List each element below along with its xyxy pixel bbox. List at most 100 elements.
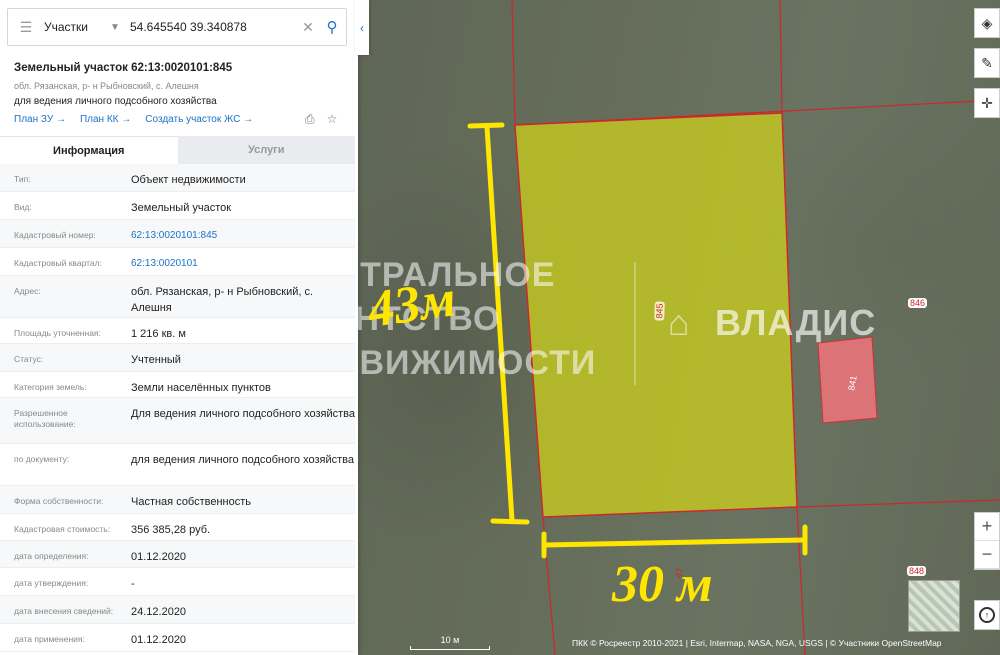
zoom-control: + − — [974, 512, 1000, 570]
info-row: дата определения: 01.12.2020 — [0, 541, 355, 568]
zoom-out-button[interactable]: − — [975, 541, 999, 569]
info-value: - — [131, 578, 135, 590]
info-key: Статус: — [14, 354, 44, 364]
info-key: по документу: — [14, 454, 70, 464]
info-key: Кадастровый номер: — [14, 230, 96, 240]
info-row: Статус: Учтенный — [0, 344, 355, 372]
parcel-label-right: 846 — [908, 298, 928, 308]
boundary-line — [779, 0, 783, 114]
info-value: Земли населённых пунктов — [131, 382, 271, 394]
plan-kk-link[interactable]: План КК → — [80, 114, 131, 125]
info-value: 01.12.2020 — [131, 634, 187, 646]
info-key: Площадь уточненная: — [14, 328, 101, 338]
star-icon[interactable]: ☆ — [327, 112, 338, 127]
panel-tabs: Информация Услуги — [0, 136, 355, 164]
info-row: Площадь уточненная: 1 216 кв. м — [0, 318, 355, 344]
chevron-left-icon: ‹ — [360, 20, 364, 35]
info-panel: ☰ Участки ▼ ✕ ⚲ Земельный участок 62:13:… — [0, 0, 358, 655]
object-actions: ⎙ ☆ — [305, 112, 337, 127]
info-key: дата внесения сведений: — [14, 606, 114, 616]
watermark-brand: ВЛАДИС — [715, 302, 877, 343]
boundary-line — [796, 499, 1000, 508]
info-row: Кадастровый квартал: 62:13:0020101 — [0, 248, 355, 276]
info-value: Земельный участок — [131, 202, 232, 214]
info-key: Форма собственности: — [14, 496, 104, 506]
boundary-line — [511, 0, 516, 126]
zoom-in-button[interactable]: + — [975, 513, 999, 541]
dimension-tick — [467, 122, 505, 129]
cadastral-quarter-link[interactable]: 62:13:0020101 — [117, 248, 355, 275]
plan-zu-link[interactable]: План ЗУ → — [14, 114, 66, 125]
search-input[interactable] — [126, 20, 298, 34]
object-use: для ведения личного подсобного хозяйства — [14, 96, 217, 107]
info-key: дата применения: — [14, 634, 85, 644]
crosshair-icon: ✛ — [981, 94, 993, 111]
info-value: обл. Рязанская, р- н Рыбновский, с. Алеш… — [131, 286, 314, 314]
info-key: Кадастровый квартал: — [14, 258, 102, 268]
info-key: Вид: — [14, 202, 32, 212]
chevron-down-icon[interactable]: ▼ — [110, 22, 126, 33]
info-value: 24.12.2020 — [131, 606, 187, 618]
scale-label: 10 м — [440, 635, 460, 645]
parcel-label-bottom: 848 — [907, 566, 927, 576]
print-icon[interactable]: ⎙ — [305, 112, 315, 127]
info-value: Объект недвижимости — [131, 174, 246, 186]
watermark-logo-icon: ⌂ — [668, 302, 691, 343]
layers-button[interactable]: ◈ — [974, 8, 1000, 38]
layers-icon: ◈ — [981, 14, 993, 31]
minimap[interactable] — [908, 580, 960, 632]
object-title: Земельный участок 62:13:0020101:845 — [14, 62, 233, 74]
cadastral-number-link[interactable]: 62:13:0020101:845 — [117, 220, 355, 247]
object-address: обл. Рязанская, р- н Рыбновский, с. Алеш… — [14, 81, 199, 91]
info-value: Частная собственность — [131, 496, 252, 508]
map-attribution: ПКК © Росреестр 2010-2021 | Esri, Interm… — [572, 638, 942, 648]
info-row: дата утверждения: - — [0, 568, 355, 596]
clear-icon[interactable]: ✕ — [298, 19, 318, 36]
info-row: Адрес: обл. Рязанская, р- н Рыбновский, с… — [0, 276, 355, 318]
locate-button[interactable]: ✛ — [974, 88, 1000, 118]
info-key: дата определения: — [14, 551, 89, 561]
info-value: для ведения личного подсобного хозяйства — [131, 454, 354, 466]
search-icon[interactable]: ⚲ — [318, 18, 346, 36]
info-table: Тип: Объект недвижимости Вид: Земельный уч… — [0, 164, 355, 652]
scale-bar-line — [410, 646, 490, 650]
create-parcel-link[interactable]: Создать участок ЖС → — [145, 114, 253, 125]
info-row: дата внесения сведений: 24.12.2020 — [0, 596, 355, 624]
north-button[interactable]: ↑ — [974, 600, 1000, 630]
info-value: 1 216 кв. м — [131, 328, 186, 340]
info-row: Разрешенное использование: Для ведения ли… — [0, 398, 355, 444]
ruler-icon: ✎ — [981, 54, 993, 71]
info-row: Категория земель: Земли населённых пункто… — [0, 372, 355, 398]
dimension-label-height: 43м — [364, 270, 460, 339]
scale-bar: 10 м — [410, 635, 490, 650]
info-row: Кадастровая стоимость: 356 385,28 руб. — [0, 514, 355, 541]
ruler-button[interactable]: ✎ — [974, 48, 1000, 78]
info-key: Разрешенное использование: — [14, 408, 76, 430]
info-row: по документу: для ведения личного подсобн… — [0, 444, 355, 486]
parcel-label-main: 845 — [654, 301, 665, 321]
collapse-panel-button[interactable]: ‹ — [355, 0, 369, 55]
info-value: 356 385,28 руб. — [131, 524, 211, 536]
dimension-label-width: 30 м — [612, 556, 713, 613]
info-row: Форма собственности: Частная собственност… — [0, 486, 355, 514]
info-row: дата применения: 01.12.2020 — [0, 624, 355, 652]
dimension-tick — [490, 518, 530, 525]
info-value: Для ведения личного подсобного хозяйства — [131, 408, 355, 420]
info-key: Кадастровая стоимость: — [14, 524, 111, 534]
search-type-select[interactable]: Участки — [44, 20, 110, 34]
info-row: Кадастровый номер: 62:13:0020101:845 — [0, 220, 355, 248]
info-row: Тип: Объект недвижимости — [0, 164, 355, 192]
tab-info[interactable]: Информация — [0, 136, 178, 164]
info-value: 01.12.2020 — [131, 551, 187, 563]
compass-icon: ↑ — [979, 607, 995, 623]
search-bar: ☰ Участки ▼ ✕ ⚲ — [7, 8, 347, 46]
info-key: Категория земель: — [14, 382, 87, 392]
minus-icon: − — [981, 544, 993, 564]
info-key: Адрес: — [14, 286, 41, 296]
info-key: Тип: — [14, 174, 31, 184]
object-links: План ЗУ → План КК → Создать участок ЖС → — [14, 114, 253, 125]
plus-icon: + — [981, 516, 993, 536]
menu-icon[interactable]: ☰ — [8, 19, 44, 36]
info-key: дата утверждения: — [14, 578, 89, 588]
tab-services[interactable]: Услуги — [177, 136, 355, 164]
